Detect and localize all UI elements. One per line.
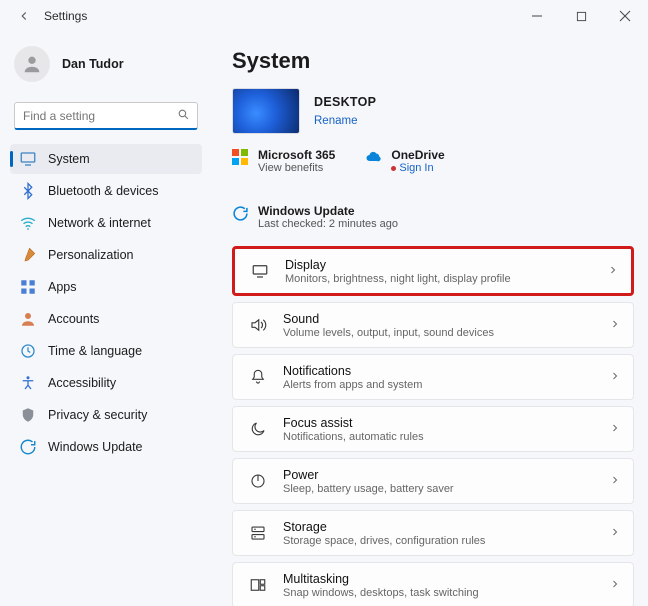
card-storage[interactable]: StorageStorage space, drives, configurat… (232, 510, 634, 556)
sidebar-item-label: Network & internet (48, 216, 151, 230)
avatar (14, 46, 50, 82)
card-title: Sound (283, 312, 609, 326)
moon-icon (245, 416, 271, 442)
tile-sub: Sign In (391, 162, 444, 174)
card-title: Storage (283, 520, 609, 534)
chevron-right-icon (609, 578, 621, 593)
brush-icon (18, 245, 38, 265)
card-subtitle: Sleep, battery usage, battery saver (283, 483, 609, 495)
pc-name: DESKTOP (314, 95, 376, 109)
accessibility-icon (18, 373, 38, 393)
chevron-right-icon (609, 318, 621, 333)
sidebar-item-time-language[interactable]: Time & language (10, 336, 202, 366)
page-title: System (232, 48, 634, 74)
chevron-right-icon (609, 422, 621, 437)
card-title: Power (283, 468, 609, 482)
sidebar-item-label: Accessibility (48, 376, 116, 390)
sidebar-item-apps[interactable]: Apps (10, 272, 202, 302)
storage-icon (245, 520, 271, 546)
card-subtitle: Storage space, drives, configuration rul… (283, 535, 609, 547)
multi-icon (245, 572, 271, 598)
shield-icon (18, 405, 38, 425)
display-icon (247, 258, 273, 284)
sidebar-item-label: Bluetooth & devices (48, 184, 159, 198)
update-icon (18, 437, 38, 457)
maximize-button[interactable] (568, 3, 594, 29)
window-title: Settings (44, 9, 87, 23)
card-notifications[interactable]: NotificationsAlerts from apps and system (232, 354, 634, 400)
sidebar-item-accessibility[interactable]: Accessibility (10, 368, 202, 398)
bell-icon (245, 364, 271, 390)
sidebar-item-personalization[interactable]: Personalization (10, 240, 202, 270)
system-icon (18, 149, 38, 169)
sidebar-item-network-internet[interactable]: Network & internet (10, 208, 202, 238)
tile-title: OneDrive (391, 148, 444, 162)
card-title: Multitasking (283, 572, 609, 586)
card-title: Focus assist (283, 416, 609, 430)
chevron-right-icon (609, 370, 621, 385)
sidebar-nav: System Bluetooth & devices Network & inter… (10, 144, 202, 462)
sidebar-item-label: Time & language (48, 344, 142, 358)
pc-thumbnail (232, 88, 300, 134)
card-sound[interactable]: SoundVolume levels, output, input, sound… (232, 302, 634, 348)
chevron-right-icon (609, 526, 621, 541)
search-icon (177, 108, 190, 124)
sidebar-item-label: Accounts (48, 312, 99, 326)
tile-title: Microsoft 365 (258, 148, 335, 162)
tile-sub: View benefits (258, 162, 335, 174)
card-power[interactable]: PowerSleep, battery usage, battery saver (232, 458, 634, 504)
minimize-button[interactable] (524, 3, 550, 29)
card-subtitle: Alerts from apps and system (283, 379, 609, 391)
back-button[interactable] (14, 6, 34, 26)
profile-name: Dan Tudor (62, 57, 124, 71)
settings-cards: DisplayMonitors, brightness, night light… (232, 246, 634, 606)
tile-title: Windows Update (258, 204, 398, 218)
apps-icon (18, 277, 38, 297)
pc-info-row: DESKTOP Rename (232, 88, 634, 134)
search-input[interactable] (14, 102, 198, 130)
search-container (14, 102, 198, 130)
sidebar-item-system[interactable]: System (10, 144, 202, 174)
card-subtitle: Volume levels, output, input, sound devi… (283, 327, 609, 339)
sidebar-item-privacy-security[interactable]: Privacy & security (10, 400, 202, 430)
sidebar-item-label: Windows Update (48, 440, 143, 454)
chevron-right-icon (609, 474, 621, 489)
sidebar-item-label: System (48, 152, 90, 166)
card-subtitle: Notifications, automatic rules (283, 431, 609, 443)
card-subtitle: Snap windows, desktops, task switching (283, 587, 609, 599)
profile-section[interactable]: Dan Tudor (10, 40, 202, 98)
onedrive-icon (365, 149, 383, 167)
wifi-icon (18, 213, 38, 233)
update-icon (232, 205, 250, 223)
bluetooth-icon (18, 181, 38, 201)
sound-icon (245, 312, 271, 338)
sidebar-item-label: Personalization (48, 248, 133, 262)
sidebar-item-bluetooth-devices[interactable]: Bluetooth & devices (10, 176, 202, 206)
tile-sub: Last checked: 2 minutes ago (258, 218, 398, 230)
tile-onedrive[interactable]: OneDrive Sign In (365, 148, 444, 174)
chevron-right-icon (607, 264, 619, 279)
sidebar-item-windows-update[interactable]: Windows Update (10, 432, 202, 462)
card-multitasking[interactable]: MultitaskingSnap windows, desktops, task… (232, 562, 634, 606)
card-subtitle: Monitors, brightness, night light, displ… (285, 273, 607, 285)
card-title: Notifications (283, 364, 609, 378)
card-display[interactable]: DisplayMonitors, brightness, night light… (232, 246, 634, 296)
account-icon (18, 309, 38, 329)
rename-link[interactable]: Rename (314, 115, 376, 127)
sidebar-item-label: Privacy & security (48, 408, 147, 422)
close-button[interactable] (612, 3, 638, 29)
microsoft-logo-icon (232, 149, 250, 167)
power-icon (245, 468, 271, 494)
sidebar-item-accounts[interactable]: Accounts (10, 304, 202, 334)
clock-icon (18, 341, 38, 361)
card-title: Display (285, 258, 607, 272)
sidebar-item-label: Apps (48, 280, 77, 294)
tile-windows-update[interactable]: Windows Update Last checked: 2 minutes a… (232, 204, 398, 230)
tile-microsoft365[interactable]: Microsoft 365 View benefits (232, 148, 335, 174)
card-focus-assist[interactable]: Focus assistNotifications, automatic rul… (232, 406, 634, 452)
